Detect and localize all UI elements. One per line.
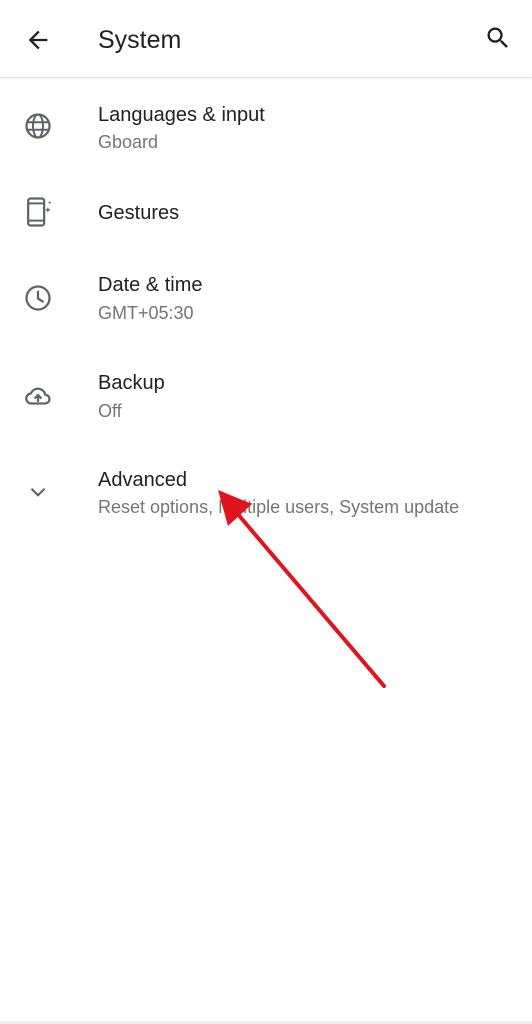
list-item-date-time[interactable]: Date & time GMT+05:30 bbox=[0, 250, 532, 350]
cloud-upload-icon bbox=[20, 378, 56, 414]
list-item-advanced[interactable]: Advanced Reset options, Multiple users, … bbox=[0, 446, 532, 538]
phone-gesture-icon bbox=[20, 194, 56, 230]
back-button[interactable] bbox=[16, 18, 60, 62]
list-item-languages-input[interactable]: Languages & input Gboard bbox=[0, 78, 532, 178]
item-summary: Reset options, Multiple users, System up… bbox=[98, 497, 460, 517]
item-summary: Gboard bbox=[98, 132, 159, 152]
list-item-gestures[interactable]: Gestures bbox=[0, 178, 532, 250]
clock-icon bbox=[20, 280, 56, 316]
item-title: Backup bbox=[98, 372, 165, 394]
settings-screen: System Languages & input Gboard Gestures… bbox=[0, 0, 532, 1024]
list-item-backup[interactable]: Backup Off bbox=[0, 350, 532, 446]
item-summary: GMT+05:30 bbox=[98, 303, 194, 323]
chevron-down-icon bbox=[20, 474, 56, 510]
search-button[interactable] bbox=[476, 16, 520, 60]
app-bar: System bbox=[0, 0, 532, 78]
search-icon bbox=[487, 27, 508, 48]
globe-icon bbox=[20, 108, 56, 144]
item-title: Languages & input bbox=[98, 104, 265, 126]
item-title: Gestures bbox=[98, 202, 180, 224]
page-title: System bbox=[98, 26, 182, 54]
item-title: Date & time bbox=[98, 274, 203, 296]
arrow-back-icon bbox=[28, 30, 48, 50]
item-title: Advanced bbox=[98, 469, 187, 491]
item-summary: Off bbox=[98, 401, 122, 421]
